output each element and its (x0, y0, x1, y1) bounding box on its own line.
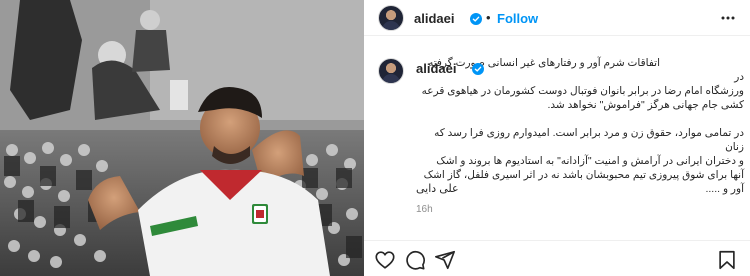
caption-line-7: آور و ..... (705, 183, 744, 195)
verified-badge-icon (472, 63, 484, 75)
verified-badge-icon (470, 13, 482, 25)
caption-section: اتفاقات شرم آور و رفتارهای غیر انسانی صو… (364, 36, 750, 240)
caption-line-3: کشی جام جهانی هرگز "فراموش" نخواهد شد. (547, 99, 744, 111)
caption-line-2: ورزشگاه امام رضا در برابر بانوان فوتبال … (421, 85, 744, 97)
caption-line-4: در تمامی موارد، حقوق زن و مرد برابر است.… (431, 127, 744, 153)
caption-paragraph-1: اتفاقات شرم آور و رفتارهای غیر انسانی صو… (416, 56, 744, 112)
bookmark-icon[interactable] (716, 249, 738, 271)
author-username[interactable]: alidaei (414, 11, 454, 26)
share-icon[interactable] (434, 249, 456, 271)
caption-line-1: اتفاقات شرم آور و رفتارهای غیر انسانی صو… (425, 57, 744, 83)
caption-author-avatar[interactable] (378, 58, 404, 84)
header-separator: • (486, 10, 491, 25)
more-options-icon[interactable] (720, 10, 736, 26)
caption-line-6: آنها برای شوق پیروزی تیم محبوبشان باشد ن… (423, 169, 744, 181)
follow-button[interactable]: Follow (497, 11, 538, 26)
post-image[interactable] (0, 0, 364, 276)
caption-paragraph-2: در تمامی موارد، حقوق زن و مرد برابر است.… (416, 126, 744, 196)
caption-username[interactable]: alidaei (416, 61, 456, 76)
caption-signature: علی دایی (416, 183, 459, 195)
post-caption: اتفاقات شرم آور و رفتارهای غیر انسانی صو… (416, 56, 744, 210)
post-image-graphic (0, 0, 364, 276)
post-actions-bar (364, 240, 750, 276)
post-details-panel: alidaei • Follow اتفاقات شرم آور و رفتار… (364, 0, 750, 276)
heart-icon[interactable] (374, 249, 396, 271)
comment-icon[interactable] (404, 249, 426, 271)
post-header: alidaei • Follow (364, 0, 750, 36)
caption-line-5: و دختران ایرانی در آرامش و امنیت "آزادان… (436, 155, 744, 167)
post-timestamp[interactable]: 16h (416, 204, 433, 215)
author-avatar[interactable] (378, 5, 404, 31)
